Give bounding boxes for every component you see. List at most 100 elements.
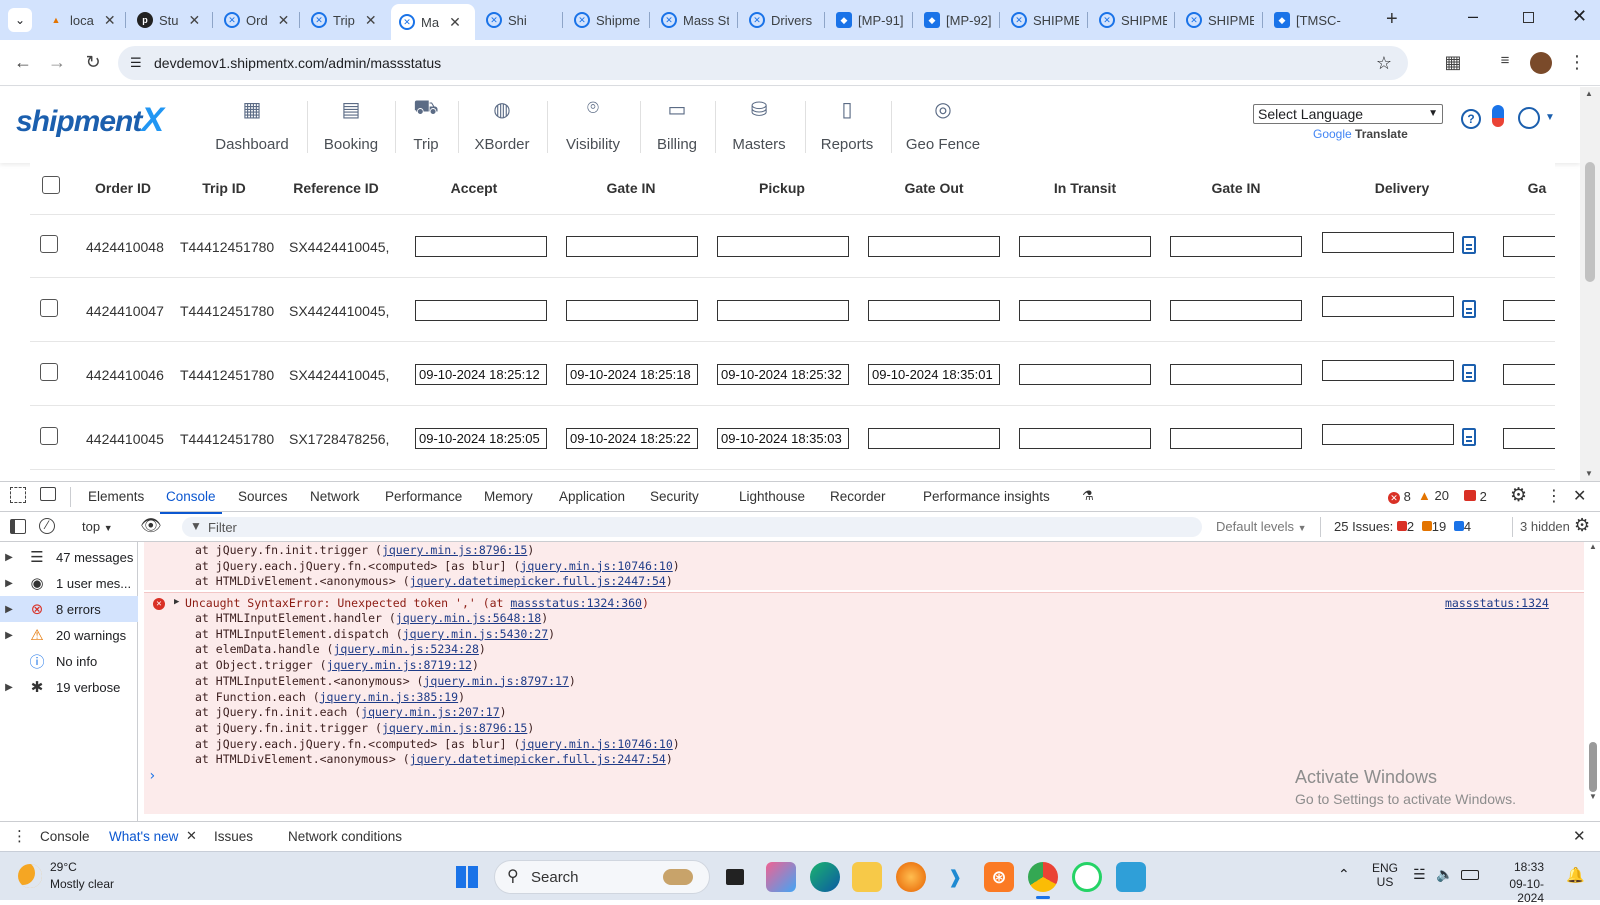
devtools-tab-performance-insights[interactable]: Performance insights	[923, 489, 1050, 504]
sidebar-item-user[interactable]: ▶ ◉ 1 user mes...	[0, 570, 138, 596]
context-select[interactable]: top ▼	[82, 519, 113, 534]
console-scroll-down-icon[interactable]: ▼	[1589, 792, 1597, 801]
stack-frame-link[interactable]: jquery.min.js:385:19	[320, 690, 458, 704]
devtools-tab-sources[interactable]: Sources	[238, 489, 288, 504]
delivery-document-icon[interactable]	[1462, 236, 1476, 254]
taskbar-search[interactable]: ⚲ Search	[494, 860, 710, 894]
stack-frame-link[interactable]: jquery.min.js:10746:10	[520, 737, 672, 751]
tray-overflow-icon[interactable]: ⌃	[1338, 866, 1350, 883]
status-date-input[interactable]	[717, 300, 849, 321]
file-explorer-icon[interactable]	[852, 862, 882, 892]
close-whats-new-icon[interactable]: ✕	[186, 828, 197, 844]
console-scrollbar[interactable]: ▲ ▼	[1586, 542, 1600, 802]
log-levels-select[interactable]: Default levels ▼	[1216, 519, 1307, 534]
devtools-tab-memory[interactable]: Memory	[484, 489, 533, 504]
error-count-badge[interactable]: ✕ 8	[1388, 489, 1411, 504]
delivery-date-input[interactable]	[1322, 424, 1454, 445]
next-status-date-input[interactable]	[1503, 428, 1555, 449]
devtools-tab-lighthouse[interactable]: Lighthouse	[739, 489, 805, 504]
issues-summary[interactable]: 25 Issues: 2 19 4	[1334, 519, 1471, 534]
console-filter-input[interactable]: ▼ Filter	[182, 517, 1202, 537]
forward-icon[interactable]: →	[46, 52, 68, 73]
status-date-input[interactable]	[1019, 364, 1151, 385]
nav-reports[interactable]: ▯ Reports	[802, 97, 892, 153]
error-source-link[interactable]: massstatus:1324	[1445, 596, 1549, 610]
browser-tab[interactable]: ✕ Shi	[478, 6, 560, 34]
status-date-input[interactable]: 09-10-2024 18:25:12	[415, 364, 547, 385]
page-scrollbar-thumb[interactable]	[1585, 162, 1595, 282]
status-date-input[interactable]	[868, 300, 1000, 321]
column-header[interactable]: Gate Out	[874, 180, 994, 196]
device-toolbar-icon[interactable]	[40, 487, 56, 501]
column-header[interactable]: Gate IN	[571, 180, 691, 196]
error-message[interactable]: Uncaught SyntaxError: Unexpected token '…	[185, 596, 649, 610]
next-status-date-input[interactable]	[1503, 300, 1555, 321]
devtools-tab-application[interactable]: Application	[559, 489, 625, 504]
status-date-input[interactable]	[415, 300, 547, 321]
page-scrollbar[interactable]: ▲ ▼	[1580, 87, 1600, 481]
devtools-tab-console[interactable]: Console	[160, 489, 222, 514]
column-header[interactable]: Delivery	[1342, 180, 1462, 196]
nav-billing[interactable]: ▭ Billing	[632, 97, 722, 153]
site-info-icon[interactable]: ☰	[130, 55, 142, 71]
status-date-input[interactable]	[717, 236, 849, 257]
media-control-icon[interactable]: ≡	[1494, 52, 1516, 69]
edge-icon[interactable]	[810, 862, 840, 892]
next-status-date-input[interactable]	[1503, 364, 1555, 385]
stack-frame-link[interactable]: jquery.min.js:5234:28	[333, 642, 478, 656]
delivery-date-input[interactable]	[1322, 296, 1454, 317]
stack-frame-link[interactable]: jquery.min.js:5430:27	[403, 627, 548, 641]
maximize-icon[interactable]	[1523, 12, 1534, 23]
status-date-input[interactable]	[1019, 428, 1151, 449]
browser-tab[interactable]: ✕ SHIPME	[1178, 6, 1260, 34]
browser-tab[interactable]: ◆ [MP-91]	[828, 6, 910, 34]
minimize-icon[interactable]: –	[1468, 6, 1478, 27]
scroll-up-icon[interactable]: ▲	[1585, 89, 1593, 98]
next-status-date-input[interactable]	[1503, 236, 1555, 257]
nav-visibility[interactable]: ⌾ Visibility	[548, 97, 638, 153]
status-date-input[interactable]	[868, 236, 1000, 257]
select-all-checkbox[interactable]	[42, 176, 60, 194]
browser-tab[interactable]: ◆ [MP-92]	[916, 6, 998, 34]
stack-frame-link[interactable]: jquery.min.js:8796:15	[382, 721, 527, 735]
status-date-input[interactable]	[1019, 236, 1151, 257]
battery-icon[interactable]	[1461, 870, 1479, 880]
error-message-link[interactable]: massstatus:1324:360	[510, 596, 642, 610]
stack-frame-link[interactable]: jquery.min.js:10746:10	[520, 559, 672, 573]
column-header[interactable]: Accept	[414, 180, 534, 196]
nav-geo-fence[interactable]: ◎ Geo Fence	[898, 97, 988, 153]
notification-bell-icon[interactable]: 🔔	[1566, 866, 1585, 884]
delivery-document-icon[interactable]	[1462, 428, 1476, 446]
tab-search-icon[interactable]: ⌄	[8, 8, 32, 32]
column-header[interactable]: In Transit	[1025, 180, 1145, 196]
browser-tab[interactable]: ✕ Ma ✕	[391, 4, 475, 40]
weather-temp[interactable]: 29°C	[50, 860, 77, 874]
status-date-input[interactable]	[1019, 300, 1151, 321]
close-tab-icon[interactable]: ✕	[365, 12, 377, 29]
status-date-input[interactable]: 09-10-2024 18:25:05	[415, 428, 547, 449]
stack-frame-link[interactable]: jquery.datetimepicker.full.js:2447:54	[410, 574, 666, 588]
browser-tab[interactable]: ✕ Drivers	[741, 6, 823, 34]
scroll-down-icon[interactable]: ▼	[1585, 469, 1593, 478]
close-tab-icon[interactable]: ✕	[104, 12, 116, 29]
shipmentx-logo[interactable]: shipmentX	[16, 101, 164, 140]
show-sidebar-icon[interactable]	[10, 519, 26, 534]
browser-tab[interactable]: p Stu ✕	[129, 6, 211, 34]
browser-tab[interactable]: ◆ [TMSC-	[1266, 6, 1348, 34]
delivery-date-input[interactable]	[1322, 232, 1454, 253]
microphone-icon[interactable]	[1492, 105, 1504, 127]
status-date-input[interactable]	[566, 236, 698, 257]
notepad-icon[interactable]	[1116, 862, 1146, 892]
close-tab-icon[interactable]: ✕	[189, 12, 201, 29]
status-date-input[interactable]	[868, 428, 1000, 449]
xampp-icon[interactable]: ⊛	[984, 862, 1014, 892]
language-select[interactable]: Select Language ▼	[1253, 104, 1443, 124]
delivery-document-icon[interactable]	[1462, 364, 1476, 382]
warning-count-badge[interactable]: ▲ 20	[1418, 488, 1449, 503]
sidebar-item-bug[interactable]: ▶ ✱ 19 verbose	[0, 674, 138, 700]
close-devtools-icon[interactable]: ✕	[1573, 486, 1586, 506]
column-header[interactable]: Gate IN	[1176, 180, 1296, 196]
vscode-icon[interactable]: ❱	[940, 862, 970, 892]
help-icon[interactable]: ?	[1461, 109, 1481, 129]
status-date-input[interactable]: 09-10-2024 18:35:01	[868, 364, 1000, 385]
